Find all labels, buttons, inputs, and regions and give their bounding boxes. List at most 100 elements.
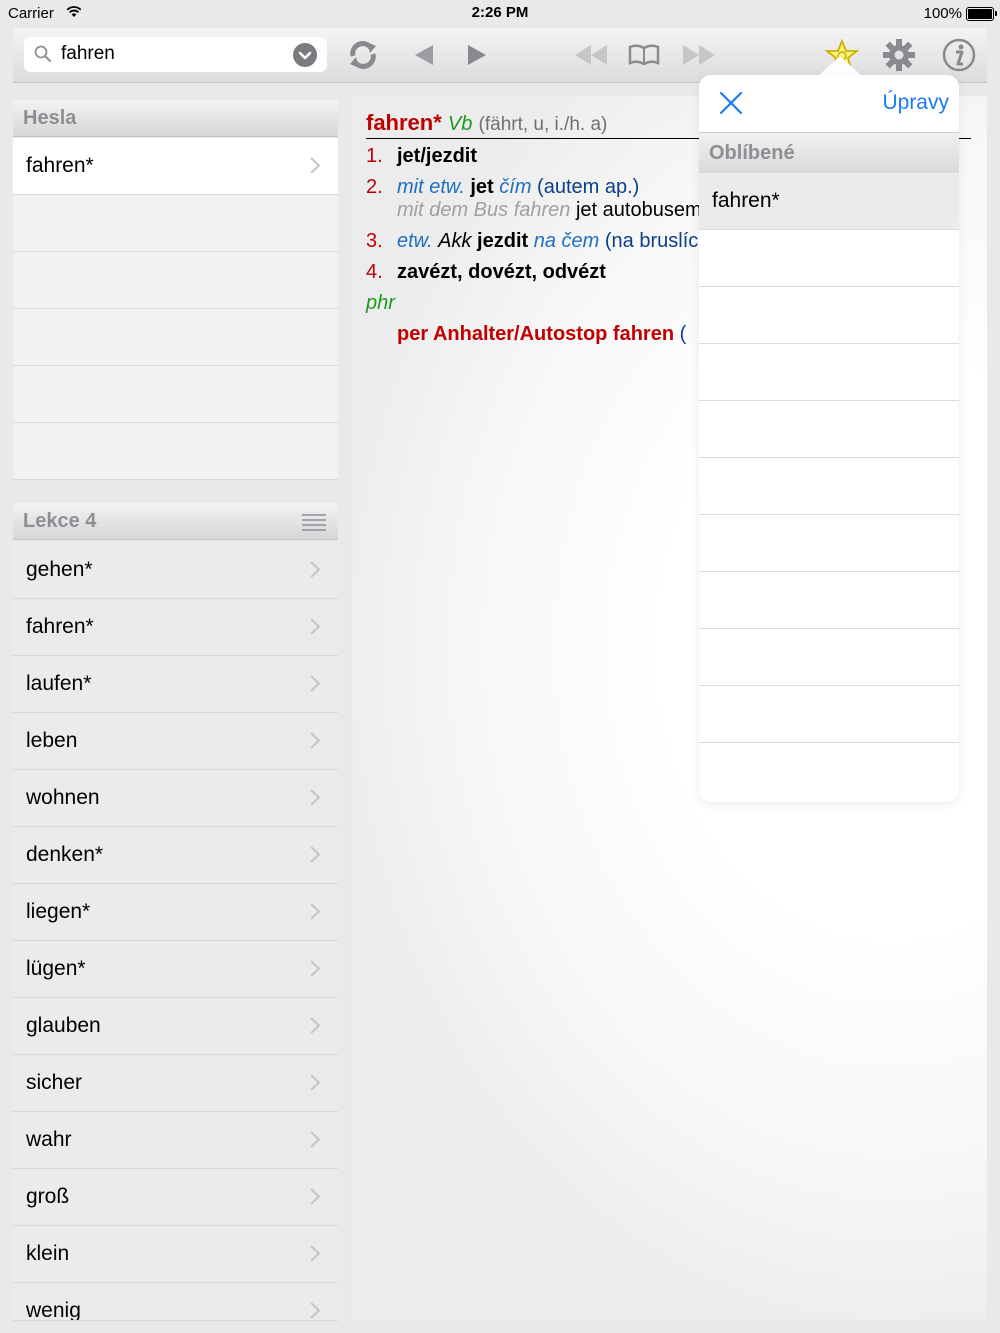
lekce-item[interactable]: sicher <box>13 1055 338 1112</box>
sense-number: 3. <box>366 230 383 252</box>
lekce-item[interactable]: liegen* <box>13 884 338 941</box>
swap-language-icon[interactable] <box>343 36 383 74</box>
lekce-item[interactable]: gehen* <box>13 542 338 599</box>
phrase-text: per Anhalter/Autostop fahren <box>397 323 675 345</box>
sense-valency-cs: na čem <box>533 230 600 252</box>
lekce-item-label: laufen* <box>26 672 92 695</box>
back-icon[interactable] <box>403 36 443 74</box>
lekce-item-label: groß <box>26 1185 70 1208</box>
entry-grammar: (fährt, u, i./h. a) <box>478 114 608 135</box>
chevron-right-icon <box>310 732 320 749</box>
sense-translation: jet/jezdit <box>397 145 478 167</box>
hesla-empty-row <box>13 195 338 252</box>
lekce-item[interactable]: laufen* <box>13 656 338 713</box>
sense-number: 4. <box>366 261 383 283</box>
entry-pos: Vb <box>447 113 473 135</box>
search-box[interactable] <box>24 37 327 72</box>
close-icon[interactable] <box>719 91 743 115</box>
favorite-empty-row <box>699 287 959 344</box>
lekce-item-label: wahr <box>26 1128 72 1151</box>
status-bar: Carrier 2:26 PM 100% <box>0 0 1000 28</box>
lekce-item-label: fahren* <box>26 615 94 638</box>
lekce-item[interactable]: glauben <box>13 998 338 1055</box>
sense-translation: zavézt, dovézt, odvézt <box>397 261 606 283</box>
sense-translation: jet <box>470 176 494 198</box>
favorites-popover: Úpravy Oblíbené fahren* <box>699 75 959 802</box>
search-dropdown-button[interactable] <box>293 43 317 67</box>
lekce-item[interactable]: wenig <box>13 1283 338 1321</box>
sense-translation: jezdit <box>477 230 529 252</box>
chevron-right-icon <box>310 157 320 174</box>
lekce-item-label: denken* <box>26 843 104 866</box>
lekce-item-label: wenig <box>26 1299 81 1321</box>
battery-percent: 100% <box>923 5 962 22</box>
search-icon <box>34 45 51 62</box>
phrase-tail: ( <box>679 323 687 345</box>
lekce-item-label: liegen* <box>26 900 91 923</box>
entry-headword: fahren* <box>366 110 442 135</box>
chevron-right-icon <box>310 1302 320 1319</box>
chevron-right-icon <box>310 561 320 578</box>
favorite-item-label: fahren* <box>712 189 780 212</box>
sense-note: (autem ap.) <box>537 176 640 198</box>
favorites-title: Oblíbené <box>709 142 795 164</box>
favorite-empty-row <box>699 344 959 401</box>
lekce-item[interactable]: lügen* <box>13 941 338 998</box>
lekce-item[interactable]: denken* <box>13 827 338 884</box>
chevron-right-icon <box>310 1074 320 1091</box>
hesla-title: Hesla <box>23 107 77 129</box>
lekce-item[interactable]: fahren* <box>13 599 338 656</box>
example-cs: jet autobusem <box>575 199 702 221</box>
chevron-right-icon <box>310 960 320 977</box>
list-icon[interactable] <box>302 513 326 531</box>
chevron-right-icon <box>310 675 320 692</box>
favorite-item[interactable]: fahren* <box>699 173 959 230</box>
edit-button[interactable]: Úpravy <box>882 91 949 115</box>
example-de: mit dem Bus fahren <box>397 199 571 221</box>
fast-forward-icon[interactable] <box>679 36 719 74</box>
chevron-right-icon <box>310 1245 320 1262</box>
hesla-empty-row <box>13 423 338 480</box>
chevron-right-icon <box>310 1017 320 1034</box>
info-icon[interactable] <box>939 36 979 74</box>
sense-valency-de: etw. <box>397 230 433 252</box>
phrase-label: phr <box>366 292 395 314</box>
book-icon[interactable] <box>624 36 664 74</box>
lekce-item-label: sicher <box>26 1071 83 1094</box>
sense-valency-de: mit etw. <box>397 176 465 198</box>
sense-valency-cs: čím <box>499 176 532 198</box>
gear-icon[interactable] <box>879 36 919 74</box>
hesla-item[interactable]: fahren* <box>13 138 338 195</box>
lekce-item[interactable]: wohnen <box>13 770 338 827</box>
favorites-header: Oblíbené <box>699 132 959 174</box>
forward-icon[interactable] <box>458 36 498 74</box>
chevron-right-icon <box>310 1131 320 1148</box>
lekce-item[interactable]: groß <box>13 1169 338 1226</box>
sense-number: 2. <box>366 176 383 198</box>
sense-number: 1. <box>366 145 383 167</box>
lekce-item[interactable]: klein <box>13 1226 338 1283</box>
lekce-item-label: glauben <box>26 1014 101 1037</box>
popover-arrow <box>818 56 862 76</box>
search-input[interactable] <box>61 41 281 67</box>
chevron-right-icon <box>310 903 320 920</box>
hesla-empty-row <box>13 309 338 366</box>
lekce-item-label: gehen* <box>26 558 93 581</box>
lekce-title: Lekce 4 <box>23 510 97 532</box>
chevron-right-icon <box>310 1188 320 1205</box>
lekce-header: Lekce 4 <box>13 503 338 540</box>
hesla-empty-row <box>13 366 338 423</box>
rewind-icon[interactable] <box>571 36 611 74</box>
chevron-right-icon <box>310 846 320 863</box>
lekce-item-label: wohnen <box>26 786 100 809</box>
favorite-empty-row <box>699 686 959 743</box>
hesla-item-label: fahren* <box>26 154 94 177</box>
lekce-item[interactable]: leben <box>13 713 338 770</box>
sense-case: Akk <box>438 230 472 252</box>
battery-icon <box>966 7 994 21</box>
lekce-item[interactable]: wahr <box>13 1112 338 1169</box>
favorite-empty-row <box>699 629 959 686</box>
battery-tip <box>995 11 997 16</box>
chevron-right-icon <box>310 789 320 806</box>
favorite-empty-row <box>699 572 959 629</box>
